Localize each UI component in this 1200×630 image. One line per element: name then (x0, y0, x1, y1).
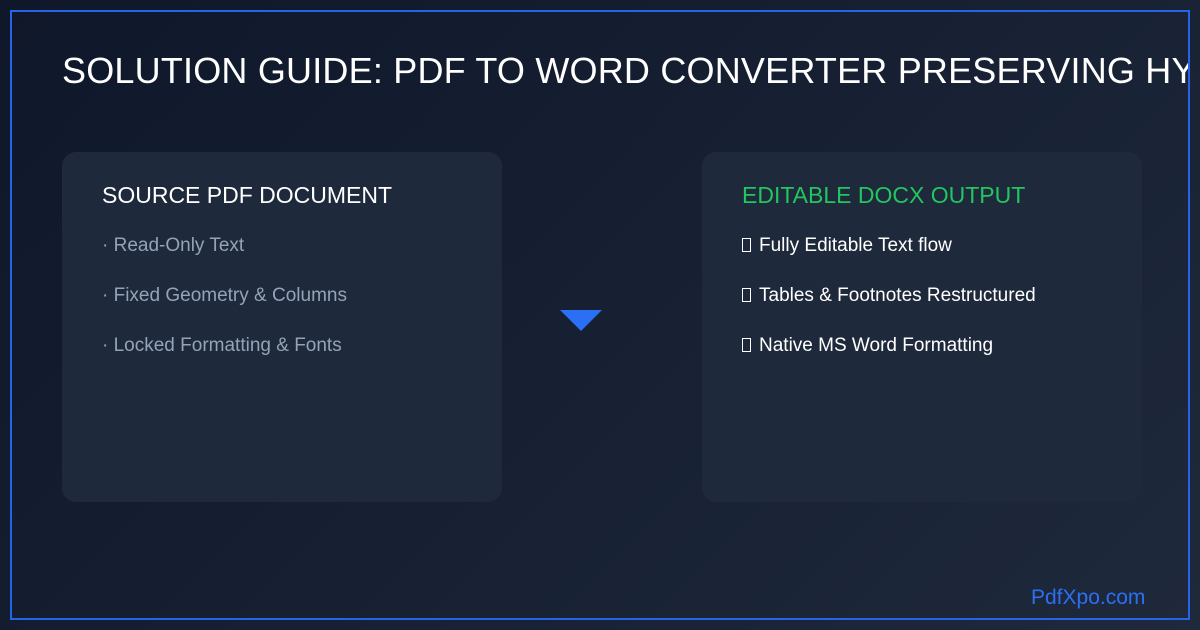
page-title: SOLUTION GUIDE: PDF TO WORD CONVERTER PR… (62, 50, 1188, 91)
page-frame: SOLUTION GUIDE: PDF TO WORD CONVERTER PR… (10, 10, 1190, 620)
docx-output-card: EDITABLE DOCX OUTPUT Fully Editable Text… (702, 152, 1142, 502)
down-arrow-icon (560, 310, 602, 331)
output-card-title: EDITABLE DOCX OUTPUT (742, 182, 1026, 208)
source-card-title: SOURCE PDF DOCUMENT (102, 182, 393, 208)
source-pdf-card: SOURCE PDF DOCUMENT · Read-Only Text · F… (62, 152, 502, 502)
source-feature-list: · Read-Only Text · Fixed Geometry & Colu… (102, 235, 462, 357)
brand-watermark: PdfXpo.com (1031, 586, 1146, 609)
output-feature-label: Fully Editable Text flow (759, 235, 952, 256)
checkbox-icon (742, 288, 751, 302)
output-feature-label: Tables & Footnotes Restructured (759, 285, 1036, 306)
source-feature-item: · Read-Only Text (102, 235, 245, 256)
output-feature-item: Fully Editable Text flow (742, 235, 1102, 257)
output-feature-item: Tables & Footnotes Restructured (742, 285, 1102, 307)
source-feature-item: · Locked Formatting & Fonts (102, 335, 342, 356)
output-feature-label: Native MS Word Formatting (759, 335, 994, 356)
output-feature-list: Fully Editable Text flow Tables & Footno… (742, 235, 1102, 357)
checkbox-icon (742, 338, 751, 352)
checkbox-icon (742, 238, 751, 252)
output-feature-item: Native MS Word Formatting (742, 335, 1102, 357)
source-feature-item: · Fixed Geometry & Columns (102, 285, 347, 306)
